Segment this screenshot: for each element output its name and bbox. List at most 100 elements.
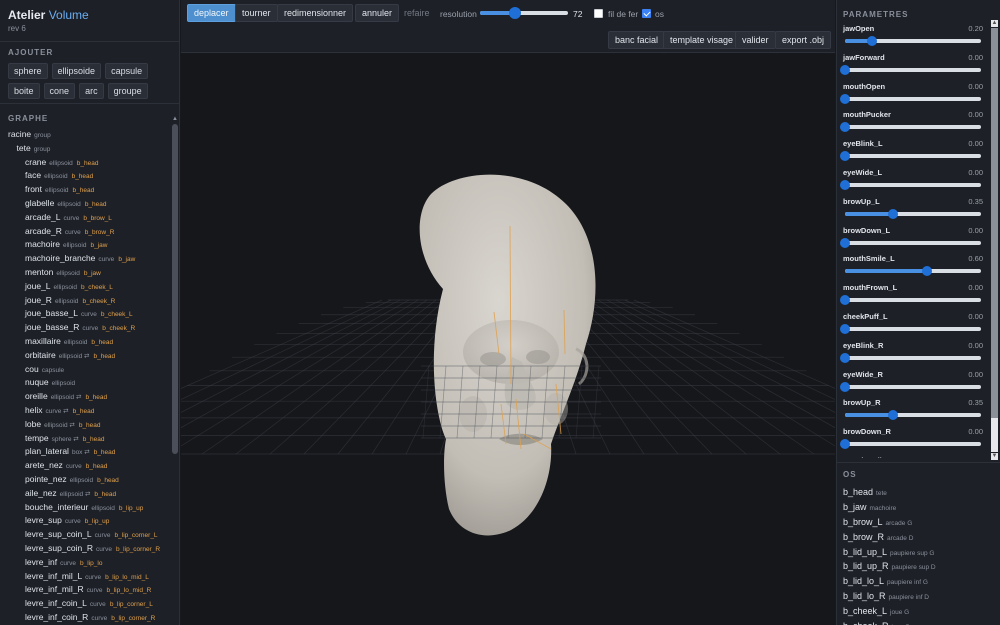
param-slider-knob[interactable] bbox=[840, 323, 850, 334]
graph-node[interactable]: levre_sup_coin_L curve b_lip_corner_L bbox=[0, 528, 170, 542]
param-slider[interactable] bbox=[840, 439, 981, 450]
param-slider[interactable] bbox=[840, 151, 981, 162]
add-ellipsoid-button[interactable]: ellipsoide bbox=[51, 63, 102, 79]
graph-node[interactable]: arete_nez curve b_head bbox=[0, 459, 170, 473]
graph-node[interactable]: crane ellipsoid b_head bbox=[0, 156, 170, 170]
param-slider-knob[interactable] bbox=[840, 237, 850, 248]
resolution-slider[interactable] bbox=[480, 7, 568, 19]
graph-node[interactable]: maxillaire ellipsoid b_head bbox=[0, 335, 170, 349]
graph-node[interactable]: machoire_branche curve b_jaw bbox=[0, 252, 170, 266]
bone-item[interactable]: b_jaw machoire bbox=[843, 500, 995, 515]
param-slider[interactable] bbox=[840, 237, 981, 248]
graph-node[interactable]: levre_sup curve b_lip_up bbox=[0, 514, 170, 528]
param-slider[interactable] bbox=[840, 295, 981, 306]
graph-node[interactable]: levre_sup_coin_R curve b_lip_corner_R bbox=[0, 542, 170, 556]
face-template-button[interactable]: template visage bbox=[663, 31, 741, 49]
param-slider[interactable] bbox=[845, 208, 981, 219]
graph-scrollbar-thumb[interactable] bbox=[172, 124, 178, 454]
facial-rig-button[interactable]: banc facial bbox=[608, 31, 666, 49]
graph-node[interactable]: nuque ellipsoid bbox=[0, 376, 170, 390]
param-slider-knob[interactable] bbox=[887, 410, 898, 421]
param-slider-knob[interactable] bbox=[840, 295, 850, 306]
graph-node[interactable]: levre_inf_mil_L curve b_lip_lo_mid_L bbox=[0, 570, 170, 584]
graph-node[interactable]: front ellipsoid b_head bbox=[0, 183, 170, 197]
validate-button[interactable]: valider bbox=[735, 31, 776, 49]
graph-node[interactable]: joue_L ellipsoid b_cheek_L bbox=[0, 280, 170, 294]
param-slider-knob[interactable] bbox=[867, 36, 878, 46]
param-slider-knob[interactable] bbox=[840, 93, 850, 104]
3d-viewport[interactable] bbox=[181, 54, 835, 625]
viewport-canvas[interactable] bbox=[181, 54, 835, 625]
add-capsule-button[interactable]: capsule bbox=[105, 63, 149, 79]
graph-node[interactable]: joue_basse_L curve b_cheek_L bbox=[0, 307, 170, 321]
graph-node[interactable]: arcade_L curve b_brow_L bbox=[0, 211, 170, 225]
graph-node[interactable]: levre_inf_mil_R curve b_lip_lo_mid_R bbox=[0, 583, 170, 597]
graph-node[interactable]: aile_nez ellipsoid ⇄ b_head bbox=[0, 487, 170, 501]
params-scrollbar-thumb[interactable] bbox=[991, 28, 998, 418]
graph-node[interactable]: joue_R ellipsoid b_cheek_R bbox=[0, 294, 170, 308]
graph-node[interactable]: racine group bbox=[0, 128, 170, 142]
graph-node[interactable]: helix curve ⇄ b_head bbox=[0, 404, 170, 418]
bone-item[interactable]: b_cheek_Rjoue D bbox=[843, 619, 995, 625]
graph-node[interactable]: levre_inf curve b_lip_lo bbox=[0, 556, 170, 570]
move-tool-button[interactable]: deplacer bbox=[187, 4, 236, 22]
bone-item[interactable]: b_cheek_L joue G bbox=[843, 604, 995, 619]
add-group-button[interactable]: groupe bbox=[107, 83, 148, 99]
graph-node[interactable]: glabelle ellipsoid b_head bbox=[0, 197, 170, 211]
graph-node[interactable]: lobe ellipsoid ⇄ b_head bbox=[0, 418, 170, 432]
param-slider[interactable] bbox=[845, 266, 981, 277]
params-scroll-down-icon[interactable]: ▼ bbox=[991, 453, 998, 460]
bone-item[interactable]: b_brow_R arcade D bbox=[843, 530, 995, 545]
resize-tool-button[interactable]: redimensionner bbox=[277, 4, 354, 22]
graph-node[interactable]: oreille ellipsoid ⇄ b_head bbox=[0, 390, 170, 404]
graph-node[interactable]: orbitaire ellipsoid ⇄ b_head bbox=[0, 349, 170, 363]
graph-node[interactable]: bouche_interieur ellipsoid b_lip_up bbox=[0, 501, 170, 515]
graph-node[interactable]: menton ellipsoid b_jaw bbox=[0, 266, 170, 280]
param-slider[interactable] bbox=[840, 323, 981, 334]
export-obj-button[interactable]: export .obj bbox=[775, 31, 832, 49]
redo-button[interactable]: refaire bbox=[397, 4, 437, 22]
param-slider-knob[interactable] bbox=[840, 439, 850, 450]
params-scrollbar[interactable]: ▲ ▼ bbox=[991, 20, 998, 460]
param-slider-knob[interactable] bbox=[887, 208, 898, 219]
graph-node[interactable]: tempe sphere ⇄ b_head bbox=[0, 432, 170, 446]
param-slider-knob[interactable] bbox=[840, 64, 850, 75]
resolution-slider-knob[interactable] bbox=[509, 7, 522, 19]
bone-item[interactable]: b_brow_L arcade G bbox=[843, 515, 995, 530]
add-cone-button[interactable]: cone bbox=[43, 83, 76, 99]
param-slider[interactable] bbox=[840, 179, 981, 190]
param-slider-knob[interactable] bbox=[840, 151, 850, 162]
graph-node[interactable]: plan_lateral box ⇄ b_head bbox=[0, 445, 170, 459]
add-arc-button[interactable]: arc bbox=[79, 83, 104, 99]
bone-item[interactable]: b_head tete bbox=[843, 485, 995, 500]
wireframe-checkbox[interactable] bbox=[594, 9, 603, 18]
param-slider[interactable] bbox=[840, 93, 981, 104]
bone-item[interactable]: b_lid_lo_R paupiere inf D bbox=[843, 589, 995, 604]
graph-node[interactable]: levre_inf_coin_R curve b_lip_corner_R bbox=[0, 611, 170, 625]
add-box-button[interactable]: boite bbox=[8, 83, 40, 99]
graph-node[interactable]: face ellipsoid b_head bbox=[0, 169, 170, 183]
param-slider[interactable] bbox=[840, 352, 981, 363]
graph-node[interactable]: machoire ellipsoid b_jaw bbox=[0, 238, 170, 252]
params-scroll-up-icon[interactable]: ▲ bbox=[991, 20, 998, 27]
undo-button[interactable]: annuler bbox=[355, 4, 400, 22]
graph-scrollbar[interactable]: ▲ bbox=[172, 116, 178, 621]
add-sphere-button[interactable]: sphere bbox=[8, 63, 48, 79]
bone-item[interactable]: b_lid_up_R paupiere sup D bbox=[843, 559, 995, 574]
bones-checkbox[interactable] bbox=[642, 9, 651, 18]
param-slider[interactable] bbox=[840, 64, 981, 75]
param-slider[interactable] bbox=[845, 36, 981, 46]
param-slider-knob[interactable] bbox=[840, 179, 850, 190]
param-slider[interactable] bbox=[840, 122, 981, 133]
graph-node[interactable]: levre_inf_coin_L curve b_lip_corner_L bbox=[0, 597, 170, 611]
graph-node[interactable]: joue_basse_R curve b_cheek_R bbox=[0, 321, 170, 335]
param-slider-knob[interactable] bbox=[840, 352, 850, 363]
param-slider-knob[interactable] bbox=[921, 266, 932, 277]
bone-item[interactable]: b_lid_up_L paupiere sup G bbox=[843, 545, 995, 560]
bone-item[interactable]: b_lid_lo_L paupiere inf G bbox=[843, 574, 995, 589]
param-slider[interactable] bbox=[845, 410, 981, 421]
graph-node[interactable]: tete group bbox=[0, 142, 170, 156]
graph-node[interactable]: cou capsule bbox=[0, 363, 170, 377]
param-slider[interactable] bbox=[840, 381, 981, 392]
scroll-up-icon[interactable]: ▲ bbox=[172, 116, 178, 122]
